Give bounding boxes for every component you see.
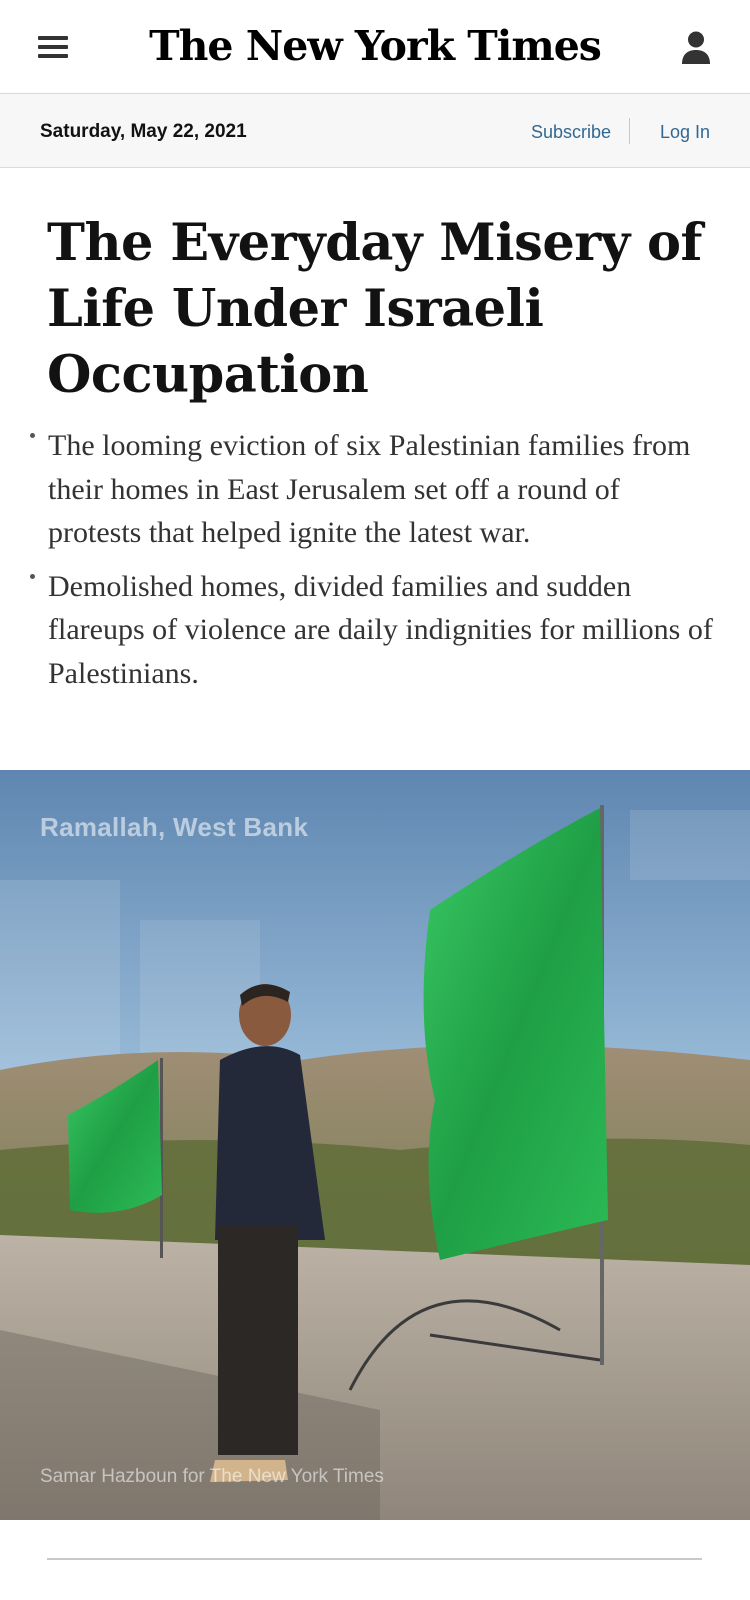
nyt-logo[interactable]: The New York Times [0, 22, 750, 70]
summary-item: Demolished homes, divided families and s… [30, 565, 720, 696]
article-headline[interactable]: The Everyday Misery of Life Under Israel… [47, 210, 707, 408]
summary-item: The looming eviction of six Palestinian … [30, 424, 720, 555]
image-dateline: Ramallah, West Bank [40, 812, 309, 842]
user-account-icon[interactable] [680, 30, 712, 64]
masthead: The New York Times [0, 0, 750, 94]
lead-image[interactable]: Ramallah, West Bank Samar Hazboun for Th… [0, 770, 750, 1520]
date-bar: Saturday, May 22, 2021 Subscribe Log In [0, 94, 750, 168]
lead-photo-illustration [0, 770, 750, 1520]
login-link[interactable]: Log In [660, 122, 710, 143]
image-credit: Samar Hazboun for The New York Times [40, 1466, 384, 1487]
section-divider [47, 1558, 702, 1560]
link-divider [629, 118, 630, 144]
subscribe-link[interactable]: Subscribe [531, 122, 611, 143]
current-date: Saturday, May 22, 2021 [40, 121, 247, 142]
article-summary-list: The looming eviction of six Palestinian … [30, 424, 720, 705]
